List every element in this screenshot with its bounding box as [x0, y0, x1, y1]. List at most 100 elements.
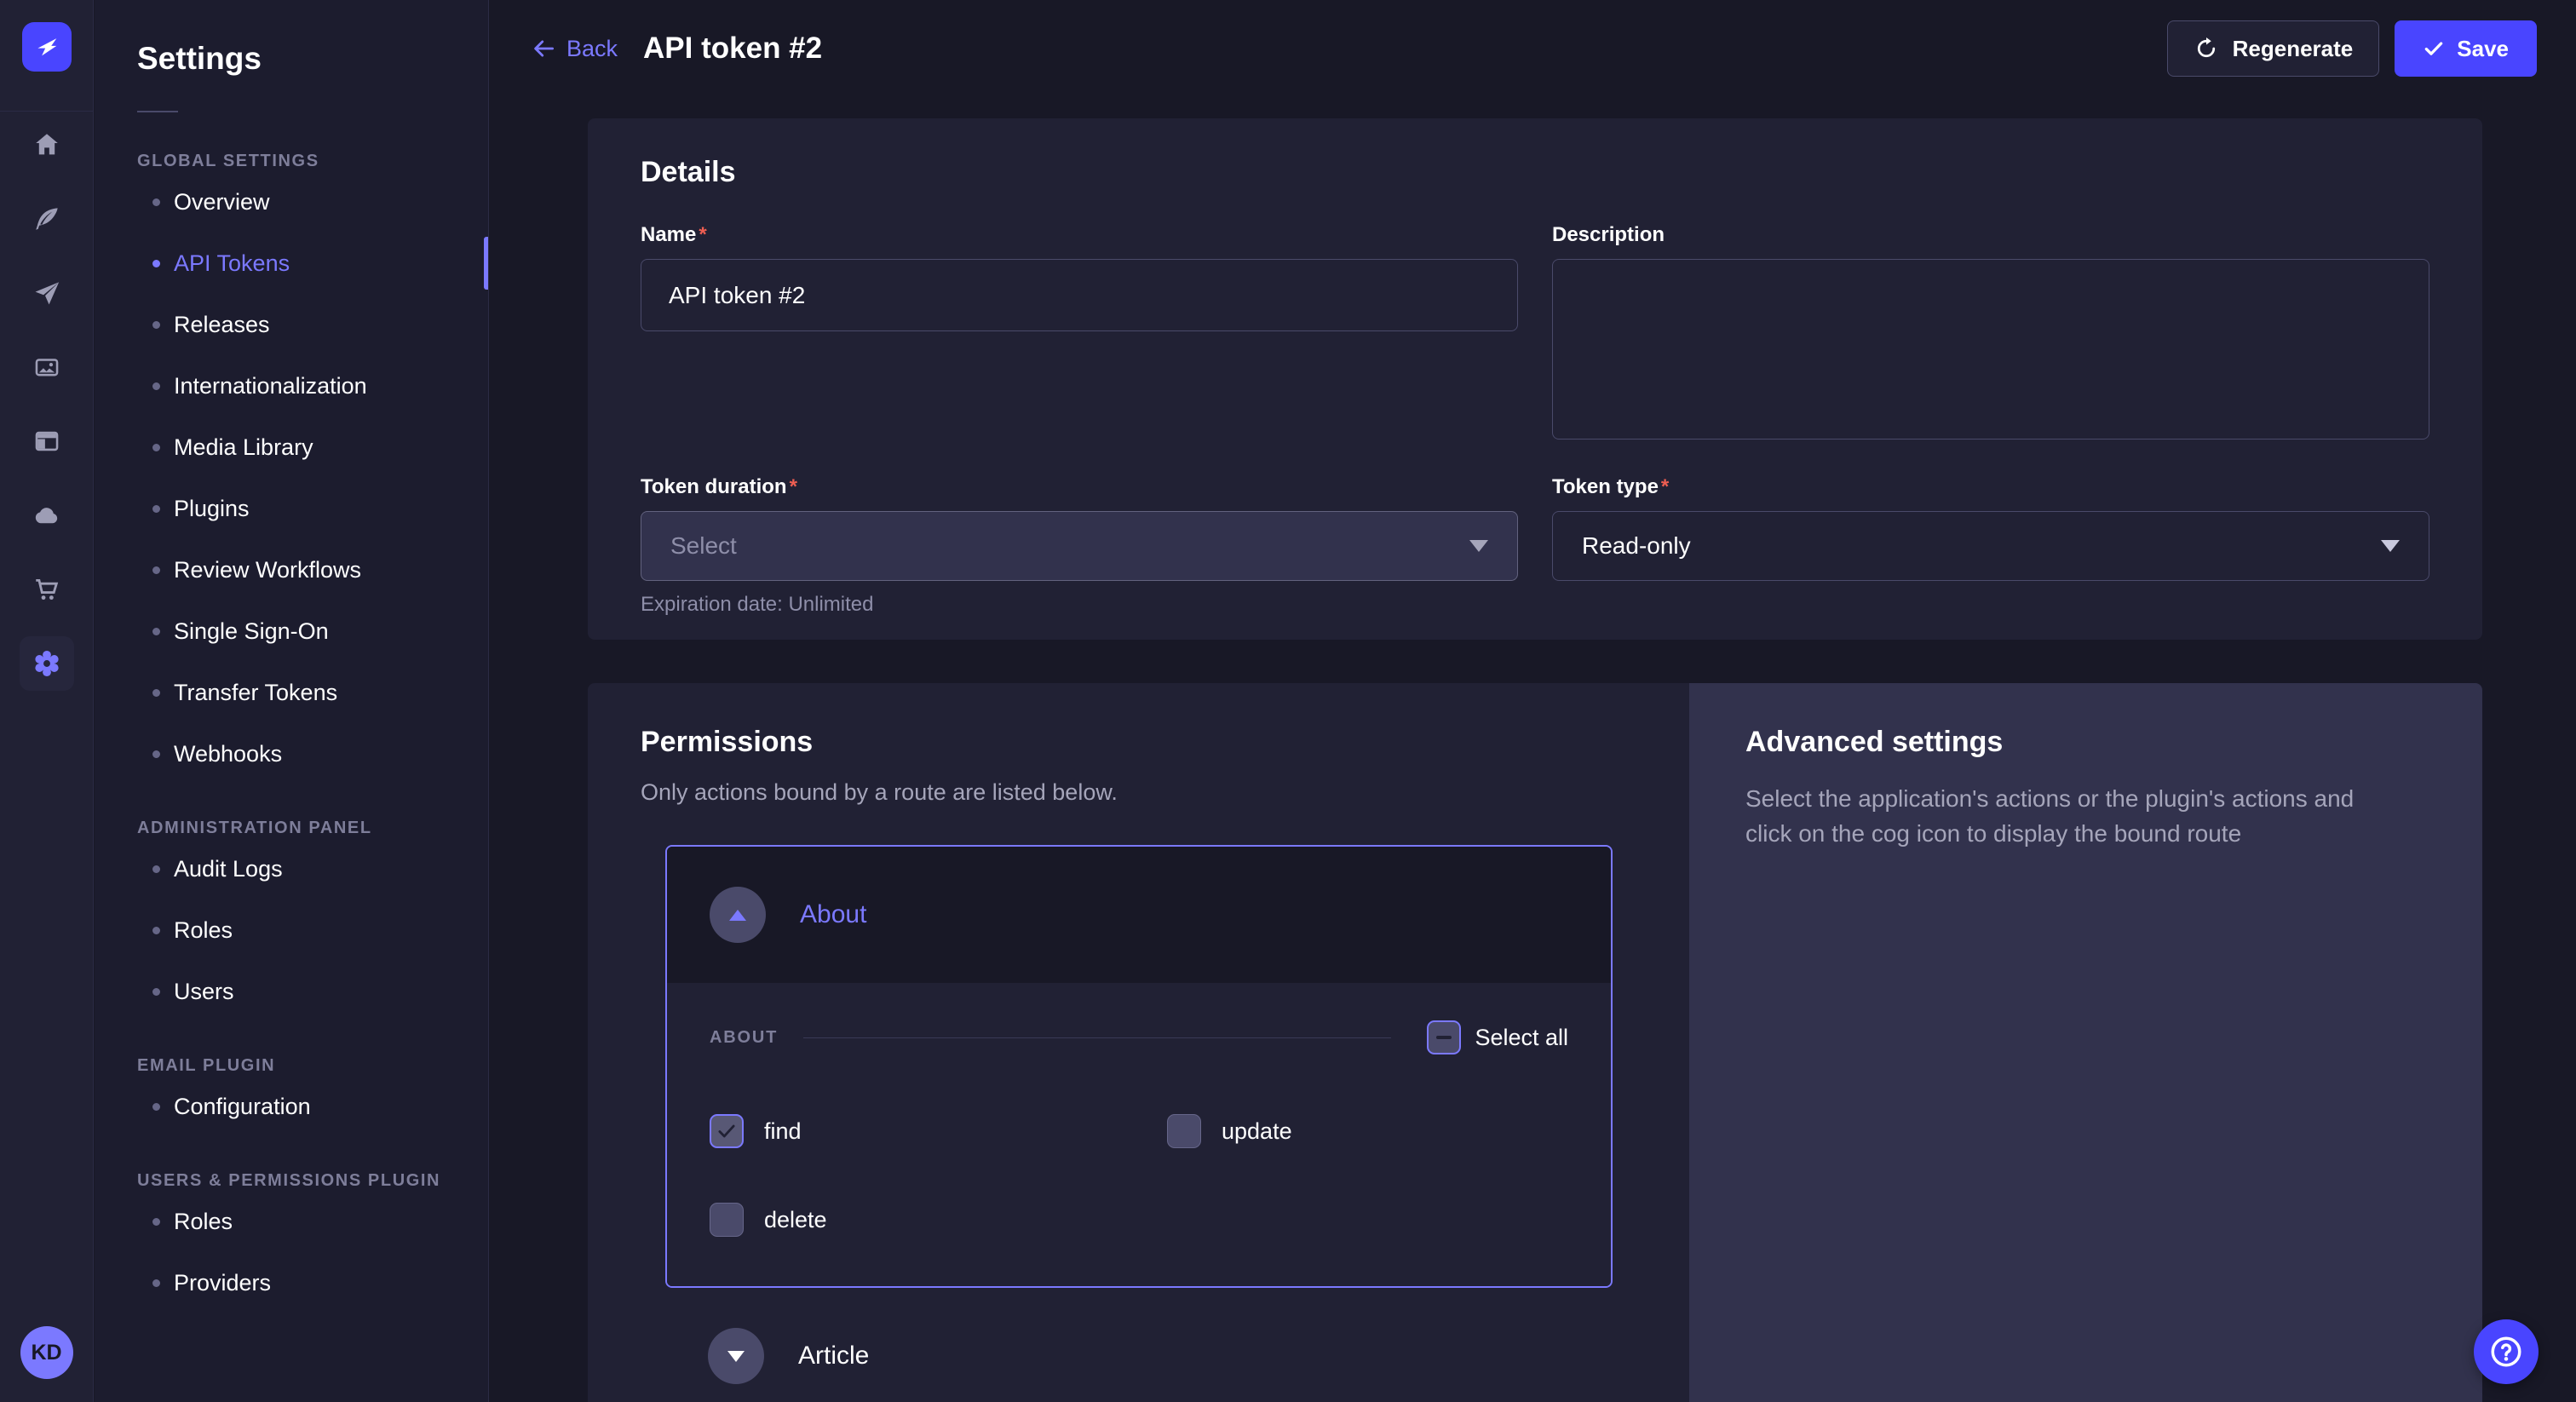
sidebar-item-review-workflows[interactable]: Review Workflows	[95, 539, 488, 600]
content-manager-icon[interactable]	[20, 414, 74, 468]
bullet-icon	[152, 1103, 160, 1111]
regenerate-label: Regenerate	[2233, 36, 2354, 62]
page-header: Back API token #2 Regenerate Save	[490, 0, 2576, 97]
description-textarea[interactable]	[1552, 259, 2429, 440]
sidebar-item-internationalization[interactable]: Internationalization	[95, 355, 488, 417]
accordion-article-header[interactable]: Article	[665, 1288, 1689, 1402]
main-content: Back API token #2 Regenerate Save Detail…	[490, 0, 2576, 1402]
name-field-group: Name* API token #2	[641, 223, 1518, 440]
sidebar-item-label: API Tokens	[174, 250, 290, 277]
group-divider	[803, 1037, 1391, 1038]
sidebar-item-releases[interactable]: Releases	[95, 294, 488, 355]
expand-toggle-button[interactable]	[708, 1328, 764, 1384]
bullet-icon	[152, 566, 160, 574]
permissions-subtitle: Only actions bound by a route are listed…	[641, 779, 1689, 806]
section-users-permissions-plugin: USERS & PERMISSIONS PLUGIN	[137, 1171, 488, 1191]
save-button[interactable]: Save	[2395, 20, 2537, 77]
permissions-panel: Permissions Only actions bound by a rout…	[588, 683, 1689, 1402]
bullet-icon	[152, 865, 160, 873]
avatar[interactable]: KD	[20, 1326, 73, 1379]
media-library-icon[interactable]	[20, 340, 74, 394]
sidebar-title-rule	[137, 111, 178, 112]
main-nav-rail: KD	[0, 0, 94, 1402]
bullet-icon	[152, 689, 160, 697]
back-button[interactable]: Back	[531, 36, 618, 62]
type-select[interactable]: Read-only	[1552, 511, 2429, 581]
details-heading: Details	[641, 156, 2429, 189]
sidebar-item-label: Review Workflows	[174, 557, 361, 583]
sidebar-item-transfer-tokens[interactable]: Transfer Tokens	[95, 662, 488, 723]
question-mark-icon	[2488, 1334, 2524, 1370]
sidebar-item-providers[interactable]: Providers	[95, 1252, 488, 1313]
sidebar-item-plugins[interactable]: Plugins	[95, 478, 488, 539]
sidebar-item-label: Audit Logs	[174, 856, 283, 882]
sidebar-item-users[interactable]: Users	[95, 961, 488, 1022]
update-checkbox[interactable]	[1167, 1114, 1201, 1148]
action-delete[interactable]: delete	[710, 1203, 1167, 1237]
accordion-about-header[interactable]: About	[667, 847, 1611, 983]
sidebar-item-media-library[interactable]: Media Library	[95, 417, 488, 478]
cloud-icon[interactable]	[20, 488, 74, 543]
regenerate-button[interactable]: Regenerate	[2167, 20, 2380, 77]
type-field-group: Token type* Read-only	[1552, 475, 2429, 617]
type-value: Read-only	[1582, 532, 1691, 560]
sidebar-item-admin-roles[interactable]: Roles	[95, 899, 488, 961]
page-title: API token #2	[643, 32, 822, 66]
action-find[interactable]: find	[710, 1114, 1167, 1148]
details-card: Details Name* API token #2 Description T…	[588, 118, 2482, 640]
sidebar-item-label: Overview	[174, 189, 270, 215]
bullet-icon	[152, 321, 160, 329]
about-group-label: ABOUT	[710, 1028, 778, 1048]
chevron-up-icon	[729, 910, 746, 921]
duration-select[interactable]: Select	[641, 511, 1518, 581]
strapi-logo[interactable]	[22, 22, 72, 72]
section-email-plugin: EMAIL PLUGIN	[137, 1056, 488, 1076]
paper-plane-icon[interactable]	[20, 266, 74, 320]
settings-icon[interactable]	[20, 636, 74, 691]
advanced-settings-panel: Advanced settings Select the application…	[1689, 683, 2482, 1402]
sidebar-item-up-roles[interactable]: Roles	[95, 1191, 488, 1252]
sidebar-item-label: Webhooks	[174, 741, 282, 767]
sidebar-item-overview[interactable]: Overview	[95, 171, 488, 233]
bullet-icon	[152, 444, 160, 451]
sidebar-item-label: Providers	[174, 1270, 271, 1296]
sidebar-item-single-sign-on[interactable]: Single Sign-On	[95, 600, 488, 662]
sidebar-item-configuration[interactable]: Configuration	[95, 1076, 488, 1137]
find-checkbox[interactable]	[710, 1114, 744, 1148]
required-mark: *	[790, 475, 797, 498]
sidebar-item-label: Releases	[174, 312, 270, 338]
chevron-down-icon	[1469, 540, 1488, 552]
help-button[interactable]	[2474, 1319, 2539, 1384]
collapse-toggle-button[interactable]	[710, 887, 766, 943]
back-arrow-icon	[531, 36, 556, 61]
name-input[interactable]: API token #2	[641, 259, 1518, 331]
refresh-icon	[2194, 36, 2219, 61]
accordion-article-title: Article	[798, 1342, 869, 1370]
cart-icon[interactable]	[20, 562, 74, 617]
check-icon	[716, 1120, 738, 1142]
delete-checkbox[interactable]	[710, 1203, 744, 1237]
check-icon	[2423, 37, 2445, 60]
accordion-about-title: About	[800, 900, 866, 929]
sidebar-title: Settings	[137, 41, 488, 77]
required-mark: *	[699, 223, 706, 246]
sidebar-item-label: Plugins	[174, 496, 250, 522]
type-label: Token type*	[1552, 475, 2429, 499]
select-all-checkbox[interactable]	[1427, 1020, 1461, 1054]
sidebar-item-api-tokens[interactable]: API Tokens	[95, 233, 488, 294]
select-all-control[interactable]: Select all	[1427, 1020, 1568, 1054]
action-label: delete	[764, 1207, 827, 1233]
section-administration-panel: ADMINISTRATION PANEL	[137, 819, 488, 838]
advanced-settings-description: Select the application's actions or the …	[1745, 781, 2404, 851]
description-field-group: Description	[1552, 223, 2429, 440]
feather-icon[interactable]	[20, 192, 74, 246]
home-icon[interactable]	[20, 118, 74, 172]
duration-value: Select	[670, 532, 737, 560]
bullet-icon	[152, 750, 160, 758]
sidebar-item-label: Media Library	[174, 434, 313, 461]
sidebar-item-label: Transfer Tokens	[174, 680, 337, 706]
bullet-icon	[152, 505, 160, 513]
sidebar-item-audit-logs[interactable]: Audit Logs	[95, 838, 488, 899]
sidebar-item-webhooks[interactable]: Webhooks	[95, 723, 488, 784]
action-update[interactable]: update	[1167, 1114, 1568, 1148]
